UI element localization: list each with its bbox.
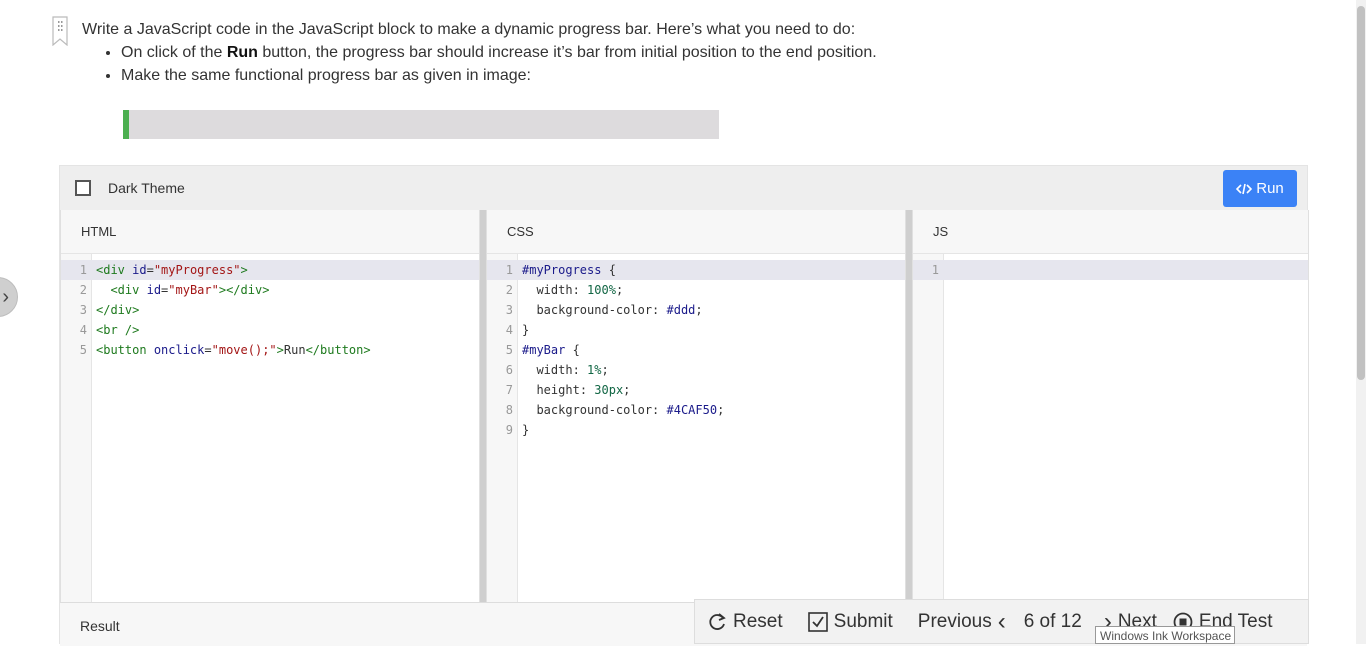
html-code-area[interactable]: 1 <div id="myProgress"> 2 <div id="myBar"… <box>61 254 479 602</box>
scrollbar-thumb[interactable] <box>1357 6 1365 380</box>
collapse-panel-button[interactable]: › <box>0 277 18 317</box>
code-line: 5 #myBar { <box>505 343 580 357</box>
submit-label: Submit <box>833 610 893 632</box>
page-scrollbar[interactable] <box>1356 0 1366 644</box>
chevron-right-icon: › <box>2 285 9 308</box>
demo-progress-bar <box>123 110 719 139</box>
code-line: 1 #myProgress { <box>487 260 905 280</box>
code-line: 2 <div id="myBar"></div> <box>79 283 270 297</box>
html-pane: HTML 1 <div id="myProgress"> 2 <div id="m… <box>60 210 480 602</box>
css-code-area[interactable]: 1 #myProgress { 2 width: 100%; 3 backgrou… <box>487 254 905 602</box>
css-pane: CSS 1 #myProgress { 2 width: 100%; 3 back… <box>486 210 906 602</box>
page-indicator: 6 of 12 <box>1023 610 1082 632</box>
instruction-bold-run: Run <box>226 44 258 61</box>
instruction-list: On click of the Run button, the progress… <box>82 41 877 87</box>
code-line: 9} <box>505 423 530 437</box>
instruction-item: Make the same functional progress bar as… <box>121 64 877 87</box>
html-pane-title: HTML <box>61 210 479 254</box>
line-gutter <box>913 254 944 602</box>
result-label: Result <box>80 618 120 634</box>
chevron-left-icon: ‹ <box>997 607 1006 635</box>
demo-progress-fill <box>123 110 129 139</box>
previous-label: Previous <box>917 610 992 632</box>
code-line: 1 <box>913 260 1308 280</box>
instruction-item: On click of the Run button, the progress… <box>121 41 877 64</box>
refresh-icon <box>709 612 726 630</box>
previous-button[interactable]: Previous ‹ <box>918 608 1006 636</box>
code-line: 7 height: 30px; <box>505 383 631 397</box>
code-line: 8 background-color: #4CAF50; <box>505 403 725 417</box>
reset-button[interactable]: Reset <box>707 611 783 633</box>
code-line: 6 width: 1%; <box>505 363 609 377</box>
code-icon <box>1236 183 1253 194</box>
bookmark-icon[interactable] <box>52 16 68 46</box>
dark-theme-checkbox[interactable] <box>75 180 91 196</box>
run-button-label: Run <box>1256 180 1284 197</box>
code-editor: Dark Theme Run HTML 1 <div id="myProgress… <box>59 165 1309 646</box>
code-line: 5 <button onclick="move();">Run</button> <box>79 343 371 357</box>
question-text: Write a JavaScript code in the JavaScrip… <box>82 18 877 87</box>
question-intro: Write a JavaScript code in the JavaScrip… <box>82 21 856 38</box>
dark-theme-label: Dark Theme <box>108 180 185 196</box>
windows-ink-tooltip: Windows Ink Workspace <box>1095 626 1235 644</box>
editor-toolbar: Dark Theme Run <box>60 166 1307 211</box>
js-pane: JS 1 <box>912 210 1309 602</box>
checkbox-checked-icon <box>807 611 828 632</box>
js-code-area[interactable]: 1 <box>913 254 1308 602</box>
reset-label: Reset <box>733 610 783 632</box>
instruction-text: button, the progress bar should increase… <box>257 44 877 61</box>
code-line: 3 background-color: #ddd; <box>505 303 703 317</box>
instruction-text: On click of the <box>121 44 227 61</box>
code-line: 4} <box>505 323 530 337</box>
js-pane-title: JS <box>913 210 1308 254</box>
code-line: 2 width: 100%; <box>505 283 624 297</box>
run-button[interactable]: Run <box>1223 170 1297 207</box>
css-pane-title: CSS <box>487 210 905 254</box>
submit-button[interactable]: Submit <box>807 610 893 633</box>
code-line: 1 <div id="myProgress"> <box>61 260 479 280</box>
code-line: 3 </div> <box>79 303 140 317</box>
code-line: 4 <br /> <box>79 323 140 337</box>
